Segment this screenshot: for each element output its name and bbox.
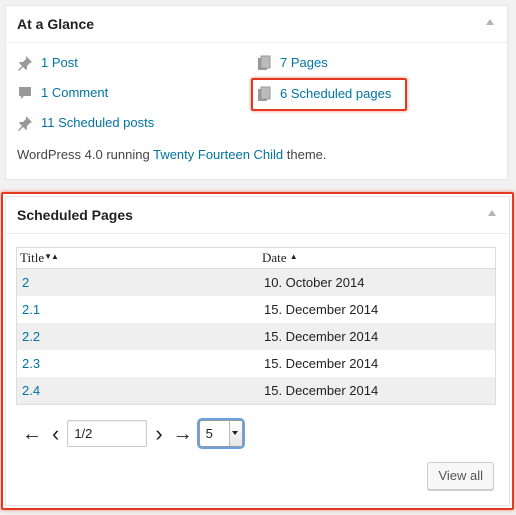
page-date: 15. December 2014	[264, 302, 379, 317]
note-suffix: theme.	[283, 147, 327, 162]
wordpress-version-note: WordPress 4.0 running Twenty Fourteen Ch…	[17, 147, 327, 162]
glance-pages[interactable]: 7 Pages	[256, 53, 328, 73]
view-all-button[interactable]: View all	[427, 462, 494, 490]
collapse-toggle-icon[interactable]	[488, 210, 496, 216]
comments-link[interactable]: 1 Comment	[41, 83, 108, 103]
per-page-select[interactable]: 5	[198, 420, 243, 447]
widget-header[interactable]: Scheduled Pages	[6, 197, 509, 234]
widget-header[interactable]: At a Glance	[6, 6, 507, 43]
table-row: 2 10. October 2014	[16, 268, 496, 296]
page-title-link[interactable]: 2.3	[17, 350, 260, 377]
glance-scheduled-posts[interactable]: 11 Scheduled posts	[17, 113, 154, 133]
page-date: 15. December 2014	[259, 377, 496, 405]
posts-link[interactable]: 1 Post	[41, 53, 78, 73]
scheduled-pages-table: Title▼▲ Date ▲ 2 10. October 2014 2.1 15. D…	[16, 247, 496, 405]
page-number-input[interactable]	[67, 420, 148, 447]
table-row: 2.4 15. December 2014	[16, 377, 496, 405]
next-page-icon[interactable]: ›	[155, 422, 162, 444]
previous-page-icon[interactable]: ‹	[52, 422, 59, 444]
note-prefix: WordPress 4.0 running	[17, 147, 154, 162]
pushpin-icon	[18, 56, 32, 71]
table-row: 2.3 15. December 2014	[17, 350, 496, 377]
scheduled-posts-link[interactable]: 11 Scheduled posts	[41, 113, 154, 133]
page-date: 10. October 2014	[259, 268, 496, 296]
theme-link[interactable]: Twenty Fourteen Child	[153, 147, 283, 162]
page-date: 15. December 2014	[264, 356, 379, 371]
glance-comments[interactable]: 1 Comment	[17, 83, 108, 103]
per-page-value: 5	[205, 426, 213, 441]
column-header-date[interactable]: Date ▲	[259, 247, 496, 269]
pages-link[interactable]: 7 Pages	[280, 53, 328, 73]
column-header-title[interactable]: Title▼▲	[16, 247, 259, 269]
column-title-label: Title	[20, 250, 45, 265]
pagination: ← ‹ › → 5	[22, 420, 243, 447]
sort-both-icon: ▼▲	[44, 252, 59, 261]
sort-ascending-icon: ▲	[289, 252, 298, 261]
page-date: 15. December 2014	[259, 323, 496, 350]
collapse-toggle-icon[interactable]	[486, 19, 494, 25]
widget-title: At a Glance	[17, 16, 95, 32]
first-page-arrow-icon[interactable]: ←	[22, 424, 42, 444]
widget-title: Scheduled Pages	[17, 207, 133, 223]
column-date-label: Date	[262, 250, 287, 265]
widget-body: Scheduled Pages Title▼▲ Date ▲ 2 10. Octo…	[5, 196, 510, 506]
pushpin-icon	[18, 116, 32, 131]
page-title-link[interactable]: 2.4	[16, 377, 259, 405]
scheduled-pages-widget: Scheduled Pages Title▼▲ Date ▲ 2 10. Octo…	[1, 192, 514, 510]
chevron-down-icon	[228, 421, 242, 446]
highlight-box	[251, 78, 407, 111]
glance-posts[interactable]: 1 Post	[17, 53, 78, 73]
page-title-link[interactable]: 2	[16, 268, 259, 296]
comment-icon	[19, 87, 31, 99]
table-row: 2.2 15. December 2014	[16, 323, 496, 350]
page-title-link[interactable]: 2.1	[17, 296, 260, 323]
last-page-arrow-icon[interactable]: →	[173, 424, 193, 444]
table-header-row: Title▼▲ Date ▲	[16, 247, 496, 269]
page-title-link[interactable]: 2.2	[16, 323, 259, 350]
pages-icon	[258, 55, 271, 70]
table-row: 2.1 15. December 2014	[17, 296, 496, 323]
